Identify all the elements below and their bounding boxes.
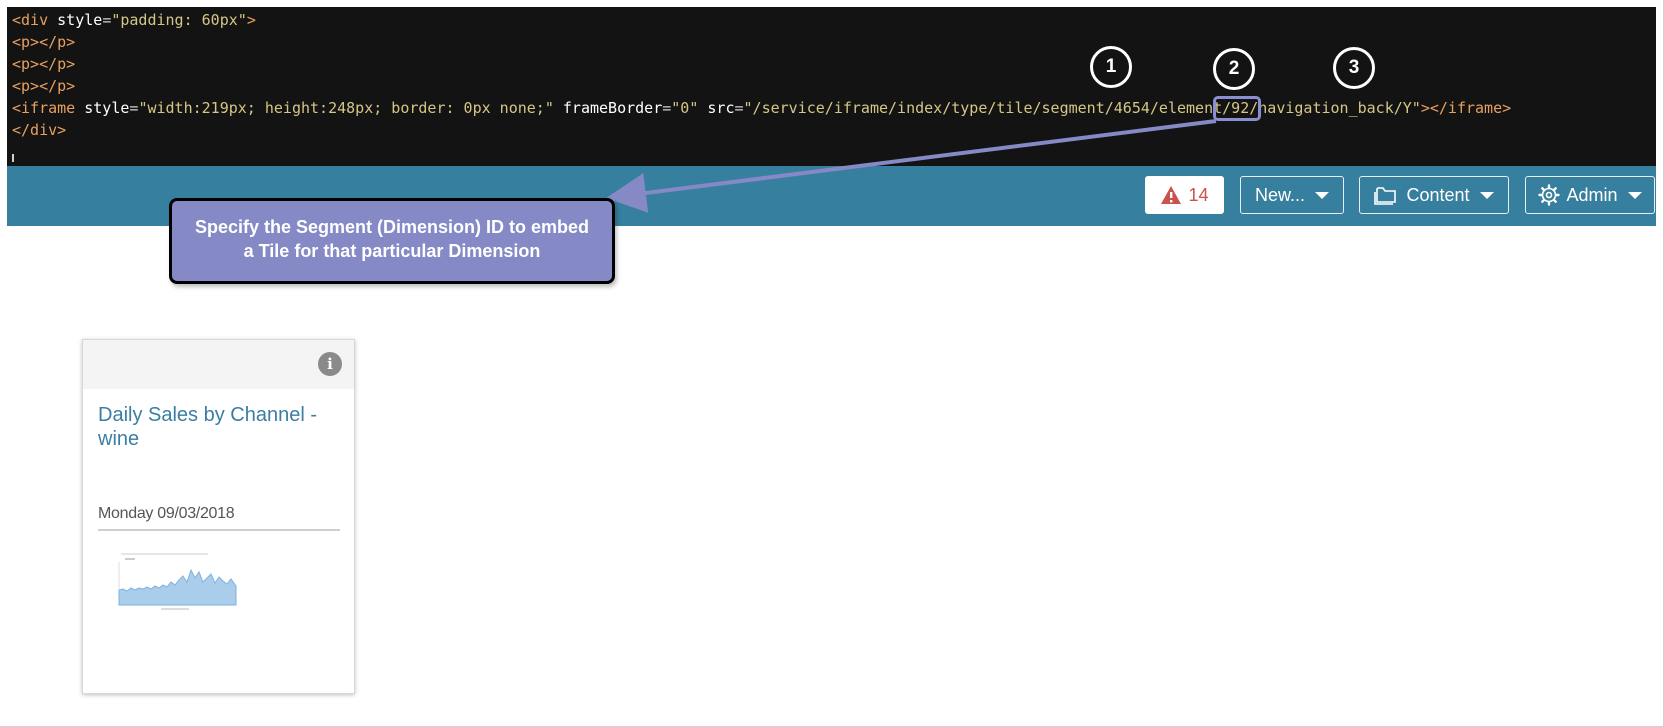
chevron-down-icon [1315, 191, 1330, 199]
code-token: </div> [12, 121, 67, 139]
code-token: </p> [39, 55, 76, 73]
code-line-iframe: <iframe style = "width:219px; height:248px… [12, 97, 1651, 119]
code-line-div-open: <div style="padding: 60px"> [12, 9, 1651, 31]
code-token: </iframe> [1429, 99, 1512, 117]
code-token: "0" [671, 99, 699, 117]
tile-title-line-2: wine [98, 428, 140, 450]
code-token: > [246, 11, 256, 29]
new-button[interactable]: New... [1240, 176, 1344, 214]
callout-line-1: Specify the Segment (Dimension) ID to em… [194, 217, 590, 237]
marker-3: 3 [1333, 47, 1375, 89]
marker-1: 1 [1090, 46, 1132, 88]
segment-id-highlight [1213, 96, 1261, 121]
code-token: frameBorder [562, 99, 663, 117]
code-token: = [662, 99, 672, 117]
code-token: = [734, 99, 744, 117]
info-icon[interactable]: i [318, 352, 342, 376]
code-token: style [57, 11, 103, 29]
warning-icon [1161, 186, 1182, 204]
alerts-button[interactable]: 14 [1145, 176, 1224, 214]
code-token: <div [12, 11, 58, 29]
tile-date: Monday 09/03/2018 [98, 505, 340, 531]
code-token: <iframe [12, 99, 85, 117]
code-token: <p> [12, 77, 40, 95]
callout-line-2: a Tile for that particular Dimension [243, 241, 541, 261]
admin-button[interactable]: Admin [1525, 176, 1655, 214]
code-token: "width:219px; height:248px; border: 0px … [138, 99, 554, 117]
tile-header: i [83, 340, 354, 389]
chevron-down-icon [1479, 191, 1494, 199]
code-token: "padding: 60px" [111, 11, 247, 29]
admin-button-label: Admin [1566, 184, 1618, 205]
code-line-p: <p></p> [12, 75, 1651, 97]
alerts-count: 14 [1188, 184, 1209, 205]
dashboard-tile[interactable]: i Daily Sales by Channel - wine Monday 0… [82, 339, 355, 694]
chart-thumbnail [113, 552, 238, 612]
folder-icon [1374, 187, 1397, 205]
text-cursor [12, 154, 14, 162]
content-button-label: Content [1406, 184, 1470, 205]
tile-title-line-1: Daily Sales by Channel - [98, 404, 317, 426]
code-editor[interactable]: <div style="padding: 60px"> <p></p> <p><… [7, 7, 1656, 166]
gear-icon [1538, 184, 1561, 206]
marker-2: 2 [1213, 48, 1255, 90]
code-line-p: <p></p> [12, 31, 1651, 53]
code-token: = [102, 11, 112, 29]
code-token: "/service/iframe/index/type/tile/segment… [743, 99, 1421, 117]
code-token: </p> [39, 77, 76, 95]
code-line-div-close: </div> [12, 119, 1651, 141]
code-token: > [1420, 99, 1430, 117]
tile-title[interactable]: Daily Sales by Channel - wine [98, 403, 343, 451]
code-token: src [707, 99, 735, 117]
code-token: style [84, 99, 130, 117]
code-line-p: <p></p> [12, 53, 1651, 75]
code-token: </p> [39, 33, 76, 51]
code-token: <p> [12, 33, 40, 51]
content-button[interactable]: Content [1359, 176, 1509, 214]
instruction-callout: Specify the Segment (Dimension) ID to em… [169, 198, 615, 284]
code-token: <p> [12, 55, 40, 73]
new-button-label: New... [1254, 184, 1306, 205]
chevron-down-icon [1627, 191, 1642, 199]
screenshot-frame: <div style="padding: 60px"> <p></p> <p><… [0, 0, 1664, 727]
